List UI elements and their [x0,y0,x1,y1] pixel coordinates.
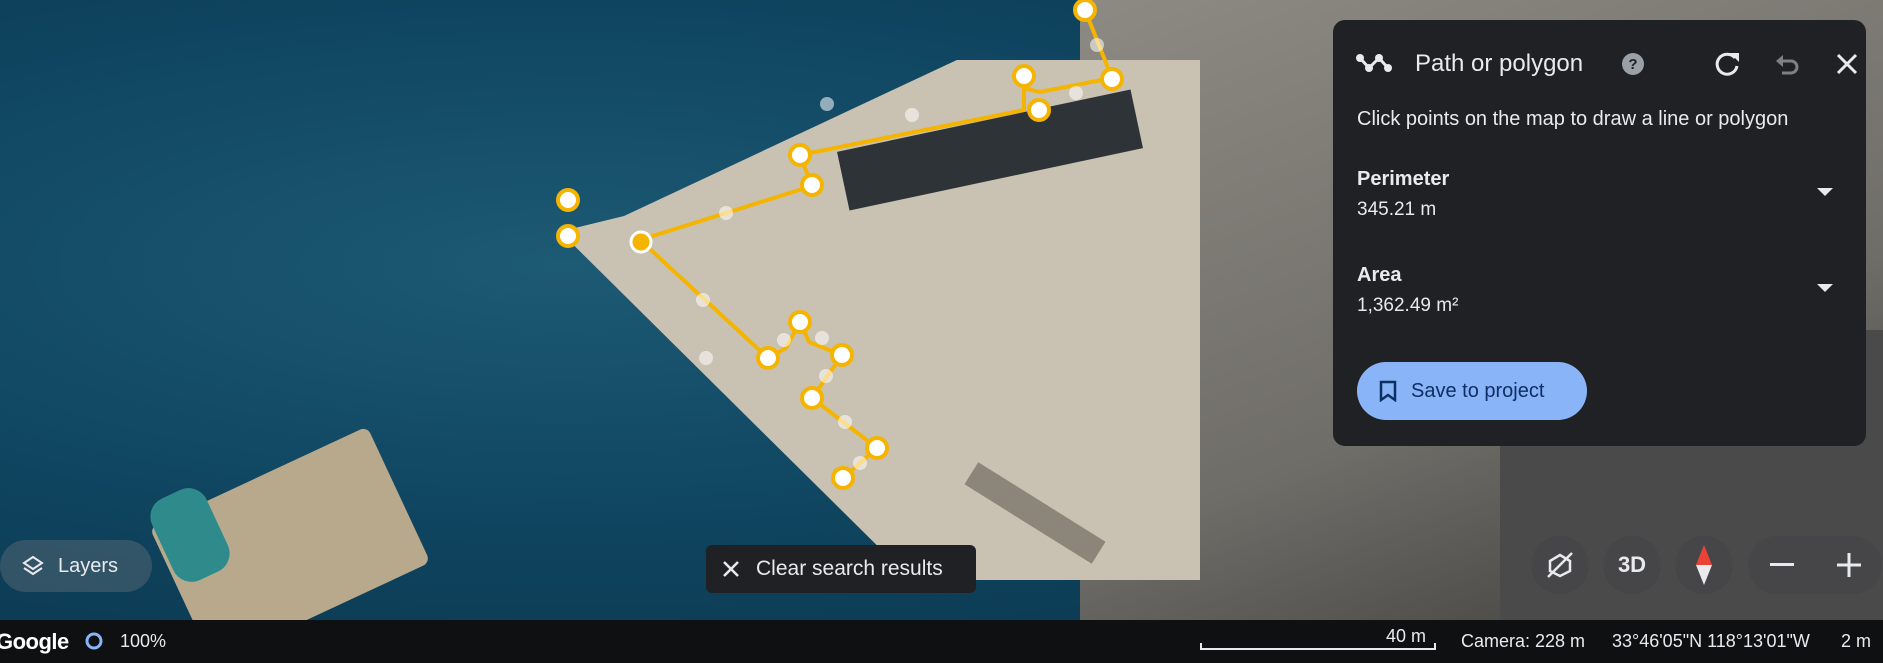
vertex [788,310,812,334]
vertex [830,343,854,367]
close-icon[interactable] [1829,46,1865,82]
area-unit-dropdown-icon[interactable] [1817,284,1833,292]
bookmark-icon [1379,380,1397,402]
3d-label: 3D [1617,552,1647,577]
midpoint [815,331,829,345]
close-icon [723,561,739,577]
loading-ring-icon [85,632,103,650]
perimeter-label: Perimeter [1357,168,1450,190]
instruction-text: Click points on the map to draw a line o… [1357,108,1789,130]
zoom-out-button[interactable] [1748,536,1815,594]
3d-view-button[interactable]: 3D [1603,536,1661,594]
vertex [800,386,824,410]
status-bar: Google 100% 40 m Camera: 228 m 33°46'05"… [0,620,1883,663]
clear-search-results-button[interactable]: Clear search results [706,545,976,593]
vertex [1073,0,1097,22]
perimeter-unit-dropdown-icon[interactable] [1817,188,1833,196]
vertex [1100,67,1124,91]
vertex [556,224,580,248]
midpoint [696,293,710,307]
perimeter-row[interactable]: Perimeter 345.21 m [1357,168,1837,221]
midpoint [820,97,834,111]
midpoint [819,369,833,383]
tilt-icon [1547,552,1573,578]
midpoint [777,333,791,347]
save-to-project-button[interactable]: Save to project [1357,362,1587,420]
panel-header: Path or polygon ? [1355,46,1858,82]
midpoint [719,206,733,220]
tilt-toggle-button[interactable] [1531,536,1589,594]
layers-icon [22,555,44,576]
measure-panel: Path or polygon ? Click points on the ma… [1333,20,1866,446]
clear-search-label: Clear search results [756,557,943,580]
midpoint [838,415,852,429]
minus-icon [1769,563,1794,566]
vertex [756,346,780,370]
compass-icon [1696,545,1712,585]
midpoint [1090,38,1104,52]
vertex [800,173,824,197]
vertex [556,188,580,212]
perimeter-value: 345.21 m [1357,199,1437,220]
load-percent: 100% [120,631,167,651]
selected-vertex [629,230,653,254]
plus-icon [1836,553,1861,577]
midpoint [1069,86,1083,100]
save-button-label: Save to project [1411,379,1545,402]
area-label: Area [1357,264,1402,286]
panel-title: Path or polygon [1415,50,1584,77]
coordinates: 33°46'05"N 118°13'01"W [1612,631,1810,651]
compass-button[interactable] [1675,536,1733,594]
midpoint [853,456,867,470]
help-icon[interactable]: ? [1615,46,1651,82]
layers-label: Layers [58,554,119,577]
vertex [865,436,889,460]
scale-bar[interactable]: 40 m [1200,624,1436,654]
vertex [788,143,812,167]
zoom-in-button[interactable] [1815,536,1882,594]
layers-button[interactable]: Layers [0,540,152,592]
redo-icon[interactable] [1709,46,1745,82]
scale-line [1200,643,1436,650]
undo-icon[interactable] [1769,46,1805,82]
polygon-path [636,9,1115,480]
vertex [1012,64,1036,88]
area-value: 1,362.49 m² [1357,295,1459,316]
elevation: 2 m [1841,631,1872,651]
camera-altitude: Camera: 228 m [1461,631,1586,651]
vertex [831,466,855,490]
midpoint [699,351,713,365]
area-row[interactable]: Area 1,362.49 m² [1357,264,1837,317]
google-logo: Google [0,629,69,654]
path-icon [1355,50,1393,79]
midpoint [905,108,919,122]
zoom-control [1748,536,1882,594]
vertex [1027,98,1051,122]
